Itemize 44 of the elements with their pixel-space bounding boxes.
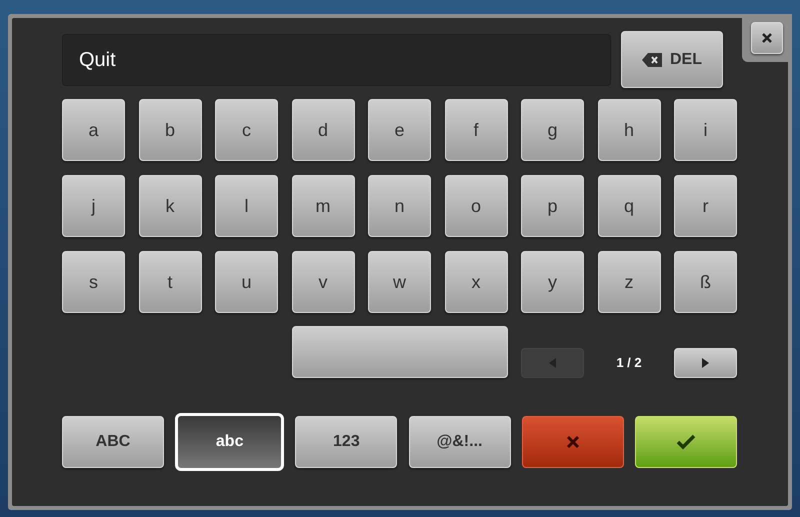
left-arrow-icon — [549, 358, 556, 368]
close-icon — [762, 33, 772, 43]
key-button[interactable]: b — [138, 99, 202, 161]
key-button[interactable]: r — [674, 175, 737, 237]
key-button[interactable]: l — [215, 175, 278, 237]
key-button[interactable]: w — [368, 251, 431, 313]
key-button[interactable]: k — [138, 175, 202, 237]
text-input-field[interactable]: Quit — [62, 34, 611, 86]
key-button[interactable]: j — [62, 175, 125, 237]
next-page-button[interactable] — [674, 348, 737, 378]
cancel-button[interactable] — [522, 416, 624, 468]
keyboard-mode-button[interactable]: ABC — [62, 416, 164, 468]
confirm-button[interactable] — [634, 416, 737, 468]
close-button[interactable] — [751, 22, 783, 54]
key-button[interactable]: n — [368, 175, 431, 237]
backspace-icon — [642, 52, 662, 66]
key-button[interactable]: x — [444, 251, 508, 313]
delete-button[interactable]: DEL — [621, 31, 723, 88]
key-button[interactable]: d — [292, 99, 354, 161]
key-button[interactable]: g — [521, 99, 584, 161]
key-button[interactable]: t — [138, 251, 202, 313]
key-button[interactable]: q — [598, 175, 660, 237]
key-button[interactable]: y — [521, 251, 584, 313]
key-button[interactable]: p — [521, 175, 584, 237]
key-button[interactable]: f — [444, 99, 508, 161]
keyboard-mode-button[interactable]: @&!... — [408, 416, 511, 468]
checkmark-icon — [676, 434, 696, 450]
key-button[interactable]: c — [215, 99, 278, 161]
key-button[interactable]: h — [598, 99, 660, 161]
key-button[interactable]: z — [598, 251, 660, 313]
key-button[interactable]: ß — [674, 251, 737, 313]
key-button[interactable]: o — [444, 175, 508, 237]
key-button[interactable]: e — [368, 99, 431, 161]
key-button[interactable]: u — [215, 251, 278, 313]
right-arrow-icon — [702, 358, 709, 368]
key-button[interactable]: s — [62, 251, 125, 313]
keyboard-mode-button[interactable]: 123 — [295, 416, 398, 468]
close-icon — [566, 435, 580, 449]
page-indicator: 1 / 2 — [615, 354, 643, 372]
key-button[interactable]: a — [62, 99, 125, 161]
key-button[interactable]: i — [674, 99, 737, 161]
key-button[interactable]: v — [292, 251, 354, 313]
key-button[interactable]: m — [292, 175, 354, 237]
keyboard-mode-button[interactable]: abc — [175, 413, 284, 471]
